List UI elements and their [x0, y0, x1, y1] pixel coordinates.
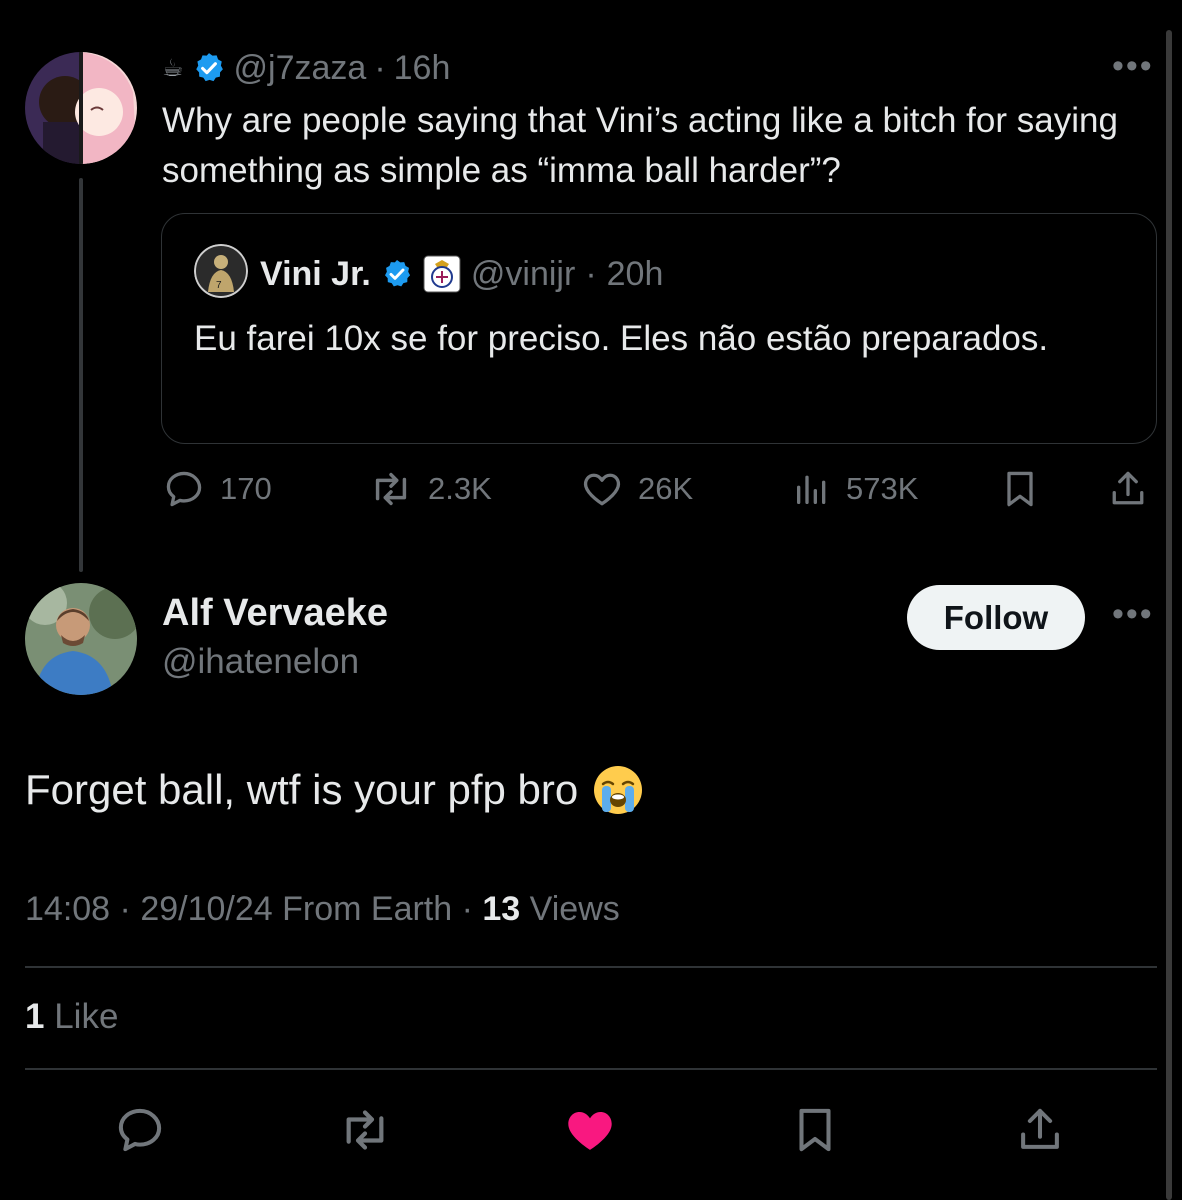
reply-button[interactable]: 170 [162, 466, 272, 512]
divider [25, 966, 1157, 968]
reply-icon [166, 471, 202, 507]
bookmark-icon [799, 1108, 831, 1152]
views-button[interactable]: 573K [792, 466, 918, 512]
svg-text:7: 7 [216, 280, 222, 291]
follow-button[interactable]: Follow [907, 585, 1085, 650]
reply-action-bar [0, 1100, 1182, 1160]
more-options-icon[interactable]: ••• [1112, 597, 1154, 631]
divider [25, 1068, 1157, 1070]
repost-icon [346, 1110, 384, 1150]
quoted-tweet-time[interactable]: 20h [607, 255, 664, 294]
share-icon [1112, 471, 1144, 505]
heart-outline-icon [583, 473, 621, 506]
views-label: Views [529, 890, 620, 928]
bookmark-button[interactable] [785, 1100, 845, 1160]
separator-dot: · [374, 48, 386, 87]
like-button[interactable] [560, 1100, 620, 1160]
avatar[interactable] [25, 52, 137, 164]
scrollbar[interactable] [1166, 30, 1172, 1200]
coffee-icon: ☕ [162, 54, 184, 82]
view-count: 573K [846, 471, 919, 506]
quoted-author-handle[interactable]: @vinijr [471, 255, 575, 294]
tweet-timestamp[interactable]: 14:08 [25, 890, 110, 928]
reply-count: 170 [220, 471, 272, 506]
analytics-icon [797, 475, 826, 504]
quoted-tweet-text: Eu farei 10x se for preciso. Eles não es… [194, 319, 1049, 358]
tweet-text: Why are people saying that Vini’s acting… [162, 101, 1118, 190]
tweet-date-source: 29/10/24 From Earth [140, 890, 453, 928]
quoted-author-name[interactable]: Vini Jr. [260, 255, 371, 294]
separator-dot: · [461, 890, 473, 928]
bookmark-icon [1007, 471, 1033, 507]
tweet-detail-page: ☕ @j7zaza · 16h ••• Why are people sayin… [0, 0, 1182, 1200]
repost-button[interactable] [335, 1100, 395, 1160]
views-count: 13 [482, 890, 521, 928]
tweet-header: ☕ @j7zaza · 16h [162, 48, 450, 88]
avatar[interactable] [25, 583, 137, 695]
reply-icon [118, 1108, 162, 1152]
quoted-tweet-card[interactable]: 7 Vini Jr. @vinijr · 20h Eu farei 10x se… [161, 213, 1157, 444]
like-count: 26K [638, 471, 694, 506]
separator-dot: · [119, 890, 131, 928]
reply-author-name[interactable]: Alf Vervaeke [162, 592, 388, 635]
tweet-meta: 14:08 · 29/10/24 From Earth · 13 Views [25, 890, 620, 929]
quoted-header: Vini Jr. @vinijr · 20h [260, 250, 663, 298]
club-affiliation-badge-icon [423, 255, 461, 293]
tweet-time[interactable]: 16h [394, 49, 451, 88]
reply-text: Forget ball, wtf is your pfp bro [25, 766, 579, 813]
loudly-crying-face-emoji-icon [594, 766, 643, 814]
tweet-action-bar: 170 2.3K 26K 573K [162, 466, 1152, 512]
share-icon [1021, 1108, 1059, 1149]
separator-dot: · [585, 254, 597, 293]
likes-label: Like [54, 997, 119, 1036]
share-button[interactable] [1010, 1100, 1070, 1160]
verified-badge-icon [384, 260, 410, 287]
heart-filled-icon [568, 1112, 612, 1150]
reply-author-handle[interactable]: @ihatenelon [162, 642, 359, 682]
like-button[interactable]: 26K [580, 466, 693, 512]
thread-line [79, 178, 83, 572]
repost-icon [375, 472, 407, 506]
reply-text-row: Forget ball, wtf is your pfp bro [25, 762, 644, 818]
author-handle[interactable]: @j7zaza [234, 49, 367, 88]
repost-count: 2.3K [428, 471, 492, 506]
verified-badge-icon [195, 53, 223, 82]
likes-summary[interactable]: 1 Like [25, 997, 118, 1037]
quoted-avatar: 7 [194, 244, 248, 298]
more-options-icon[interactable]: ••• [1112, 49, 1154, 83]
share-button[interactable] [1106, 466, 1150, 512]
reply-button[interactable] [110, 1100, 170, 1160]
bookmark-button[interactable] [998, 466, 1042, 512]
likes-count: 1 [25, 997, 45, 1036]
repost-button[interactable]: 2.3K [368, 466, 492, 512]
